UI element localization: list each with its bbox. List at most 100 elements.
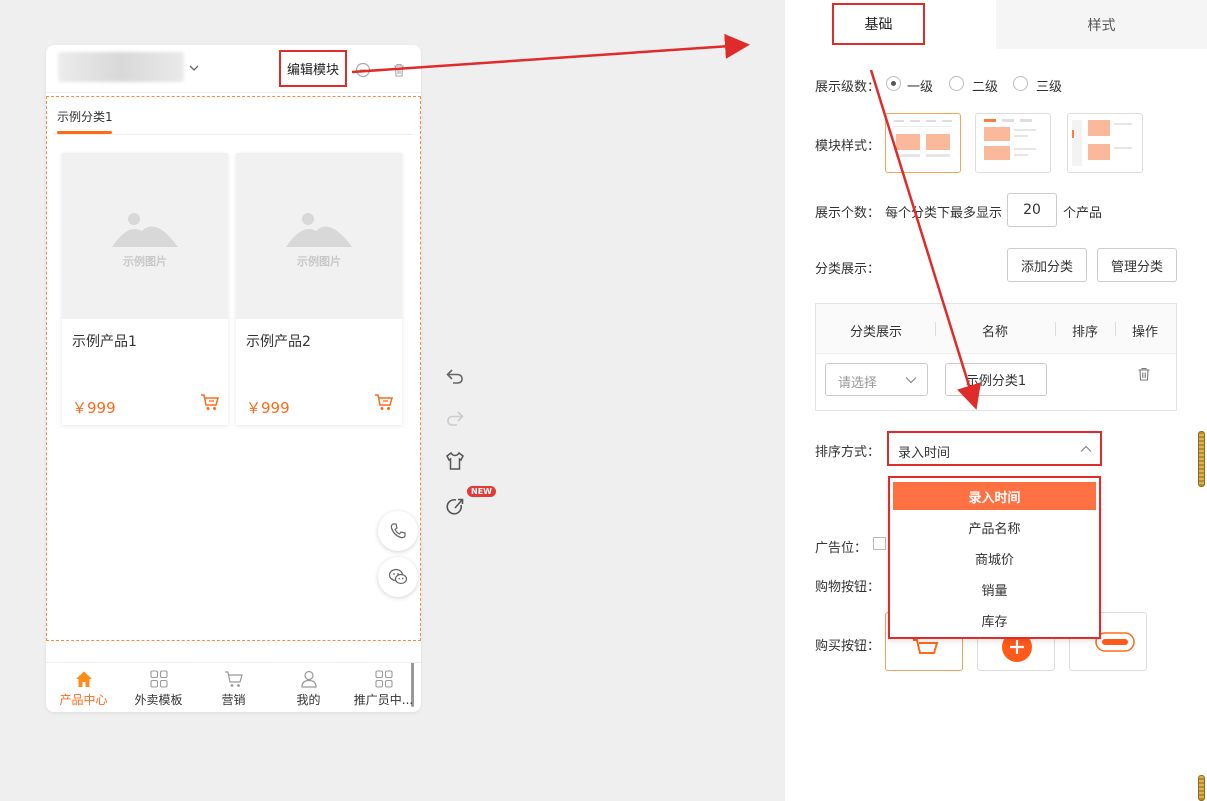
column-divider (1115, 322, 1116, 336)
sort-option-entry-time[interactable]: 录入时间 (893, 482, 1096, 510)
sort-option-mall-price[interactable]: 商城价 (893, 544, 1096, 572)
column-header: 操作 (1132, 325, 1159, 340)
nav-item-marketing[interactable]: 营销 (196, 663, 271, 712)
image-placeholder-caption: 示例图片 (297, 255, 341, 268)
phone-preview: 编辑模块 示例分类1 示例图片 示例产品1 ￥999 示例图片 示例产品2 ￥9… (46, 45, 421, 712)
product-card[interactable]: 示例图片 示例产品2 ￥999 (236, 153, 402, 425)
tab-style[interactable]: 样式 (996, 0, 1207, 49)
module-style-option-3[interactable] (1067, 113, 1143, 173)
column-divider (1055, 322, 1056, 336)
edit-module-button[interactable]: 编辑模块 (279, 50, 347, 87)
theme-shirt-icon[interactable] (444, 450, 466, 472)
radio-level-3[interactable] (1013, 76, 1028, 91)
sort-select-value: 录入时间 (898, 446, 951, 461)
nav-item-promoter-center[interactable]: 推广员中... (346, 663, 421, 712)
cart-icon[interactable] (200, 393, 220, 415)
layout-two-column-icon (894, 120, 952, 157)
nav-item-mine[interactable]: 我的 (271, 663, 346, 712)
nav-item-product-center[interactable]: 产品中心 (46, 663, 121, 712)
radio-level-2-label: 二级 (972, 80, 999, 95)
layout-list-icon (984, 119, 1036, 160)
nav-label: 营销 (221, 693, 246, 707)
tab-basic-label[interactable]: 基础 (832, 3, 925, 45)
blurred-site-title (58, 52, 184, 82)
nav-item-takeout-template[interactable]: 外卖模板 (121, 663, 196, 712)
radio-level-1-label: 一级 (907, 80, 934, 95)
sort-option-sales[interactable]: 销量 (893, 575, 1096, 603)
category-tabbar: 示例分类1 (53, 97, 413, 135)
panel-scrollbar-thumb[interactable] (1198, 431, 1205, 487)
category-select[interactable]: 请选择 (825, 363, 928, 396)
sort-label: 排序方式： (815, 445, 881, 460)
sort-select[interactable]: 录入时间 (887, 431, 1102, 466)
buy-button-label: 购买按钮： (815, 639, 881, 654)
module-style-option-1[interactable] (885, 113, 961, 173)
image-placeholder-icon (286, 213, 352, 247)
column-header: 分类展示 (850, 325, 903, 340)
sort-option-stock[interactable]: 库存 (893, 606, 1096, 634)
column-divider (935, 322, 936, 336)
redo-icon[interactable] (444, 407, 466, 429)
nav-label: 产品中心 (59, 693, 108, 707)
ad-label: 广告位： (815, 541, 868, 556)
category-table: 分类展示 名称 排序 操作 请选择 示例分类1 (815, 303, 1177, 411)
page-scrollbar-thumb[interactable] (1198, 775, 1205, 801)
radio-level-1[interactable] (886, 76, 901, 91)
count-suffix: 个产品 (1063, 206, 1103, 221)
active-tab-indicator (57, 131, 112, 134)
trash-icon[interactable] (1136, 366, 1152, 382)
chevron-down-icon (905, 377, 917, 384)
selected-module-frame[interactable]: 示例分类1 示例图片 示例产品1 ￥999 示例图片 示例产品2 ￥999 (46, 96, 421, 707)
category-select-placeholder: 请选择 (838, 376, 878, 391)
share-icon[interactable] (444, 496, 466, 518)
user-icon (300, 670, 317, 688)
product-image-placeholder: 示例图片 (236, 153, 402, 319)
image-placeholder-caption: 示例图片 (123, 255, 167, 268)
column-header: 名称 (982, 325, 1009, 340)
grid-icon (374, 670, 393, 688)
category-label: 分类展示： (815, 262, 881, 277)
product-price: ￥999 (246, 399, 290, 417)
cart-icon (224, 671, 243, 687)
count-input[interactable]: 20 (1007, 193, 1057, 227)
ad-checkbox[interactable] (873, 537, 886, 550)
radio-level-3-label: 三级 (1036, 80, 1063, 95)
new-badge: NEW (467, 486, 496, 497)
product-price: ￥999 (72, 399, 116, 417)
module-style-option-2[interactable] (975, 113, 1051, 173)
product-name: 示例产品1 (72, 334, 137, 350)
sort-dropdown-menu: 录入时间 产品名称 商城价 销量 库存 (888, 476, 1101, 639)
manage-category-button[interactable]: 管理分类 (1097, 248, 1177, 282)
chevron-down-icon[interactable] (189, 61, 199, 75)
product-name: 示例产品2 (246, 334, 311, 350)
preview-header: 编辑模块 (46, 45, 421, 93)
layout-sidebar-icon (1072, 120, 1132, 166)
count-label: 展示个数： (815, 206, 881, 221)
home-icon (75, 671, 92, 687)
settings-panel: 基础 样式 展示级数： 一级 二级 三级 模块样式： 展示个数： 每个分类下最多… (785, 0, 1207, 801)
module-style-label: 模块样式： (815, 139, 881, 154)
level-label: 展示级数： (815, 80, 881, 95)
tab-example-category[interactable]: 示例分类1 (57, 108, 113, 125)
trash-icon[interactable] (391, 62, 407, 78)
sort-option-product-name[interactable]: 产品名称 (893, 513, 1096, 541)
table-header: 分类展示 名称 排序 操作 (816, 304, 1176, 354)
cart-icon[interactable] (374, 393, 394, 415)
pill-button-icon (1095, 632, 1135, 652)
wechat-icon[interactable] (378, 557, 418, 597)
radio-level-2[interactable] (949, 76, 964, 91)
circle-minus-icon[interactable] (355, 62, 371, 78)
nav-label: 推广员中... (353, 693, 414, 707)
chevron-up-icon (1080, 445, 1092, 452)
product-card[interactable]: 示例图片 示例产品1 ￥999 (62, 153, 228, 425)
column-header: 排序 (1072, 325, 1099, 340)
undo-icon[interactable] (444, 365, 466, 387)
cart-icon (913, 639, 939, 654)
nav-label: 外卖模板 (134, 693, 183, 707)
add-category-button[interactable]: 添加分类 (1007, 248, 1087, 282)
grid-icon (149, 670, 168, 688)
phone-icon[interactable] (378, 511, 418, 551)
category-name-input[interactable]: 示例分类1 (945, 363, 1047, 396)
shop-button-label: 购物按钮： (815, 580, 881, 595)
image-placeholder-icon (112, 213, 178, 247)
